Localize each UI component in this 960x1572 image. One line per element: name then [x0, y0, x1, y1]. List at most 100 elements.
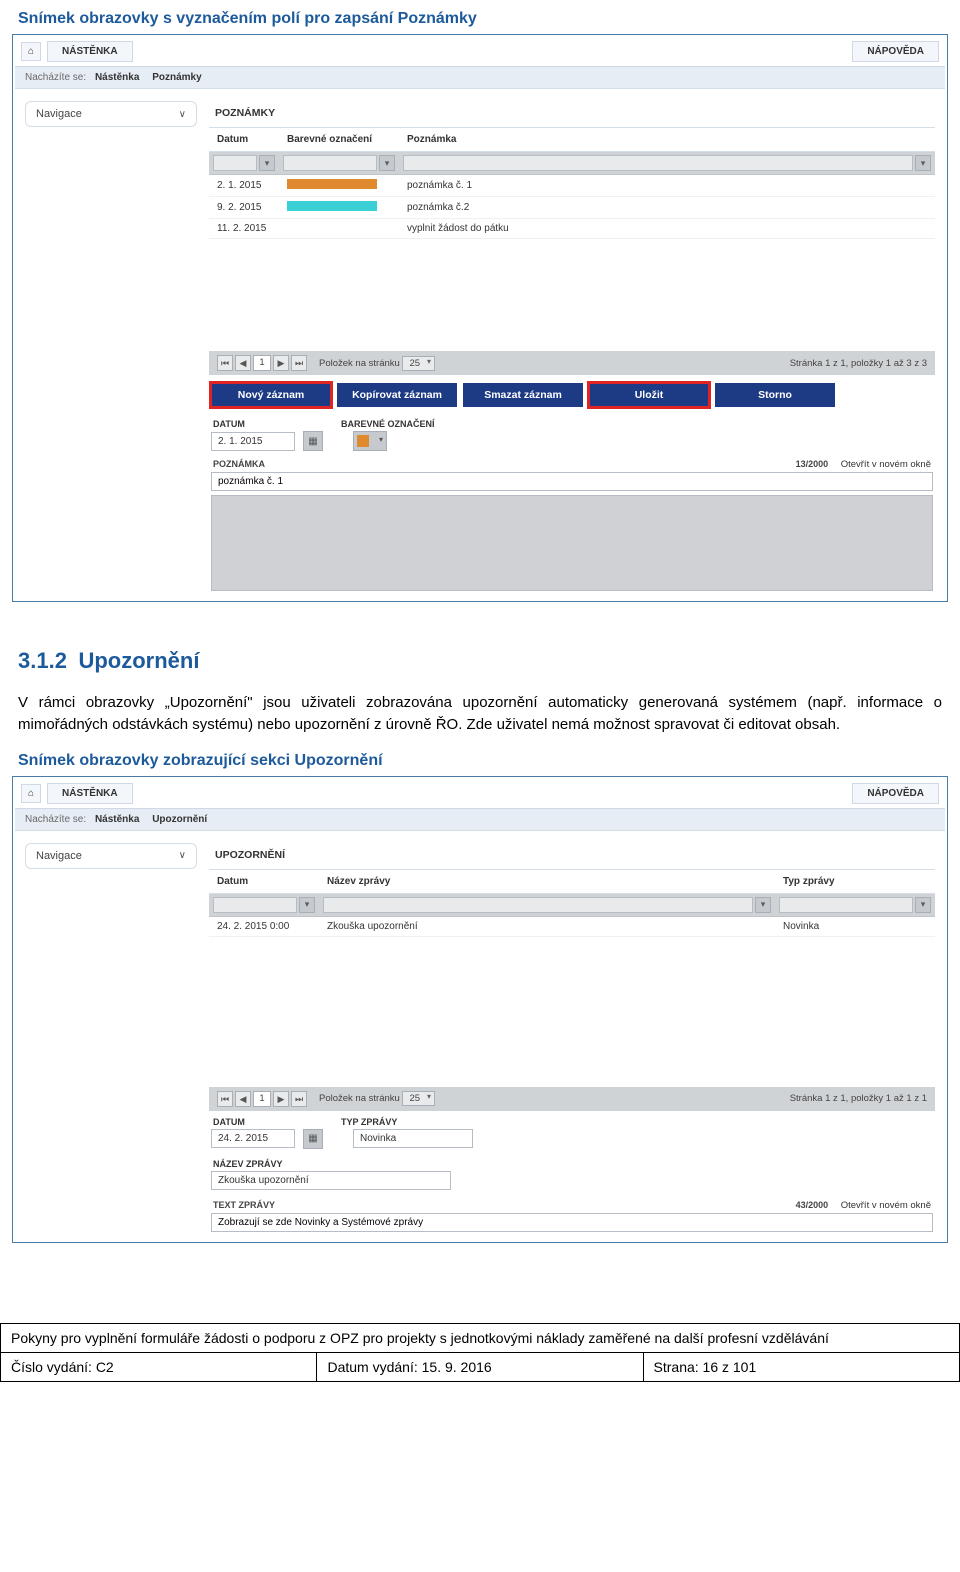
tab-nastenka[interactable]: NÁSTĚNKA — [47, 41, 133, 62]
breadcrumb-poznamky[interactable]: Poznámky — [152, 72, 201, 83]
filter-poznamka[interactable] — [403, 155, 913, 171]
note-text-input[interactable] — [211, 472, 933, 491]
topbar: ⌂ NÁSTĚNKA NÁPOVĚDA — [15, 779, 945, 809]
label-barva: BAREVNÉ OZNAČENÍ — [341, 419, 435, 429]
tab-nastenka[interactable]: NÁSTĚNKA — [47, 783, 133, 804]
breadcrumb: Nacházíte se: Nástěnka Upozornění — [15, 809, 945, 831]
breadcrumb-label: Nacházíte se: — [25, 814, 86, 825]
open-in-new-window[interactable]: Otevřít v novém okně — [841, 1200, 931, 1211]
footer-date: Datum vydání: 15. 9. 2016 — [317, 1352, 643, 1381]
calendar-icon[interactable]: ▦ — [303, 431, 323, 451]
section-paragraph: V rámci obrazovky „Upozornění" jsou uživ… — [0, 684, 960, 742]
pager-prev[interactable]: ◀ — [235, 355, 251, 371]
pager-status: Stránka 1 z 1, položky 1 až 3 z 3 — [790, 358, 927, 369]
char-counter: 13/2000 — [796, 459, 829, 469]
sidebar-nav-label: Navigace — [36, 850, 82, 862]
col-poznamka[interactable]: Poznámka — [399, 128, 935, 152]
col-typ[interactable]: Typ zprávy — [775, 870, 935, 894]
alerts-grid: Datum Název zprávy Typ zprávy ▾ ▾ ▾ 24. … — [209, 870, 935, 937]
breadcrumb-upozorneni[interactable]: Upozornění — [152, 814, 207, 825]
footer-page: Strana: 16 z 101 — [643, 1352, 959, 1381]
funnel-icon[interactable]: ▾ — [755, 897, 771, 913]
screenshot-alerts: ⌂ NÁSTĚNKA NÁPOVĚDA Nacházíte se: Nástěn… — [12, 776, 948, 1243]
pager-page[interactable]: 1 — [253, 355, 271, 371]
sidebar-navigace[interactable]: Navigace ∨ — [25, 101, 197, 127]
breadcrumb-label: Nacházíte se: — [25, 72, 86, 83]
sidebar-navigace[interactable]: Navigace ∨ — [25, 843, 197, 869]
funnel-icon[interactable]: ▾ — [915, 155, 931, 171]
pager-last[interactable]: ⏭ — [291, 355, 307, 371]
funnel-icon[interactable]: ▾ — [379, 155, 395, 171]
footer-long: Pokyny pro vyplnění formuláře žádosti o … — [1, 1323, 960, 1352]
label-typ: TYP ZPRÁVY — [341, 1117, 397, 1127]
footer-issue: Číslo vydání: C2 — [1, 1352, 317, 1381]
per-page-label: Položek na stránku — [319, 358, 400, 369]
topbar: ⌂ NÁSTĚNKA NÁPOVĚDA — [15, 37, 945, 67]
col-datum[interactable]: Datum — [209, 128, 279, 152]
panel-title-poznamky: POZNÁMKY — [209, 101, 935, 128]
per-page-select[interactable]: 25 — [402, 1091, 435, 1106]
date-input[interactable] — [211, 1129, 295, 1148]
label-text: TEXT ZPRÁVY — [213, 1200, 275, 1210]
per-page-select[interactable]: 25 — [402, 356, 435, 371]
filter-datum[interactable] — [213, 155, 257, 171]
message-text-input[interactable] — [211, 1213, 933, 1232]
breadcrumb-nastenka[interactable]: Nástěnka — [95, 72, 139, 83]
panel-title-upozorneni: UPOZORNĚNÍ — [209, 843, 935, 870]
col-datum[interactable]: Datum — [209, 870, 319, 894]
note-textarea[interactable] — [211, 495, 933, 591]
calendar-icon[interactable]: ▦ — [303, 1129, 323, 1149]
section-title: Upozornění — [78, 648, 199, 673]
label-nazev: NÁZEV ZPRÁVY — [213, 1159, 283, 1169]
label-datum: DATUM — [213, 419, 321, 429]
funnel-icon[interactable]: ▾ — [259, 155, 275, 171]
tab-napoveda[interactable]: NÁPOVĚDA — [852, 783, 939, 804]
funnel-icon[interactable]: ▾ — [299, 897, 315, 913]
table-row[interactable]: 2. 1. 2015 poznámka č. 1 — [209, 175, 935, 197]
pager-page[interactable]: 1 — [253, 1091, 271, 1107]
table-row[interactable]: 9. 2. 2015 poznámka č.2 — [209, 197, 935, 219]
copy-record-button[interactable]: Kopírovat záznam — [337, 383, 457, 407]
pager-first[interactable]: ⏮ — [217, 355, 233, 371]
label-poznamka: POZNÁMKA — [213, 459, 265, 469]
col-nazev[interactable]: Název zprávy — [319, 870, 775, 894]
sidebar-nav-label: Navigace — [36, 108, 82, 120]
section-number: 3.1.2 — [18, 648, 74, 674]
home-button[interactable]: ⌂ — [21, 784, 41, 803]
title-input[interactable] — [211, 1171, 451, 1190]
chevron-down-icon: ∨ — [179, 109, 186, 120]
cancel-button[interactable]: Storno — [715, 383, 835, 407]
pager-next[interactable]: ▶ — [273, 355, 289, 371]
new-record-button[interactable]: Nový záznam — [211, 383, 331, 407]
breadcrumb: Nacházíte se: Nástěnka Poznámky — [15, 67, 945, 89]
save-button[interactable]: Uložit — [589, 383, 709, 407]
pager-first[interactable]: ⏮ — [217, 1091, 233, 1107]
type-input[interactable] — [353, 1129, 473, 1148]
pager-prev[interactable]: ◀ — [235, 1091, 251, 1107]
open-in-new-window[interactable]: Otevřít v novém okně — [841, 459, 931, 470]
delete-record-button[interactable]: Smazat záznam — [463, 383, 583, 407]
footer-table: Pokyny pro vyplnění formuláře žádosti o … — [0, 1323, 960, 1382]
filter-datum[interactable] — [213, 897, 297, 913]
chevron-down-icon: ∨ — [179, 850, 186, 861]
screenshot-notes: ⌂ NÁSTĚNKA NÁPOVĚDA Nacházíte se: Nástěn… — [12, 34, 948, 602]
pager-next[interactable]: ▶ — [273, 1091, 289, 1107]
pager-last[interactable]: ⏭ — [291, 1091, 307, 1107]
breadcrumb-nastenka[interactable]: Nástěnka — [95, 814, 139, 825]
pager-status: Stránka 1 z 1, položky 1 až 1 z 1 — [790, 1093, 927, 1104]
section-heading: 3.1.2 Upozornění — [0, 622, 960, 684]
filter-nazev[interactable] — [323, 897, 753, 913]
color-picker[interactable] — [353, 431, 387, 451]
home-button[interactable]: ⌂ — [21, 42, 41, 61]
filter-barva[interactable] — [283, 155, 377, 171]
tab-napoveda[interactable]: NÁPOVĚDA — [852, 41, 939, 62]
filter-typ[interactable] — [779, 897, 913, 913]
table-row[interactable]: 24. 2. 2015 0:00 Zkouška upozornění Novi… — [209, 916, 935, 936]
date-input[interactable] — [211, 432, 295, 451]
color-swatch-cyan — [287, 201, 377, 211]
notes-grid: Datum Barevné označení Poznámka ▾ ▾ ▾ 2.… — [209, 128, 935, 239]
table-row[interactable]: 11. 2. 2015 vyplnit žádost do pátku — [209, 219, 935, 239]
funnel-icon[interactable]: ▾ — [915, 897, 931, 913]
col-barva[interactable]: Barevné označení — [279, 128, 399, 152]
color-swatch-orange — [287, 179, 377, 189]
